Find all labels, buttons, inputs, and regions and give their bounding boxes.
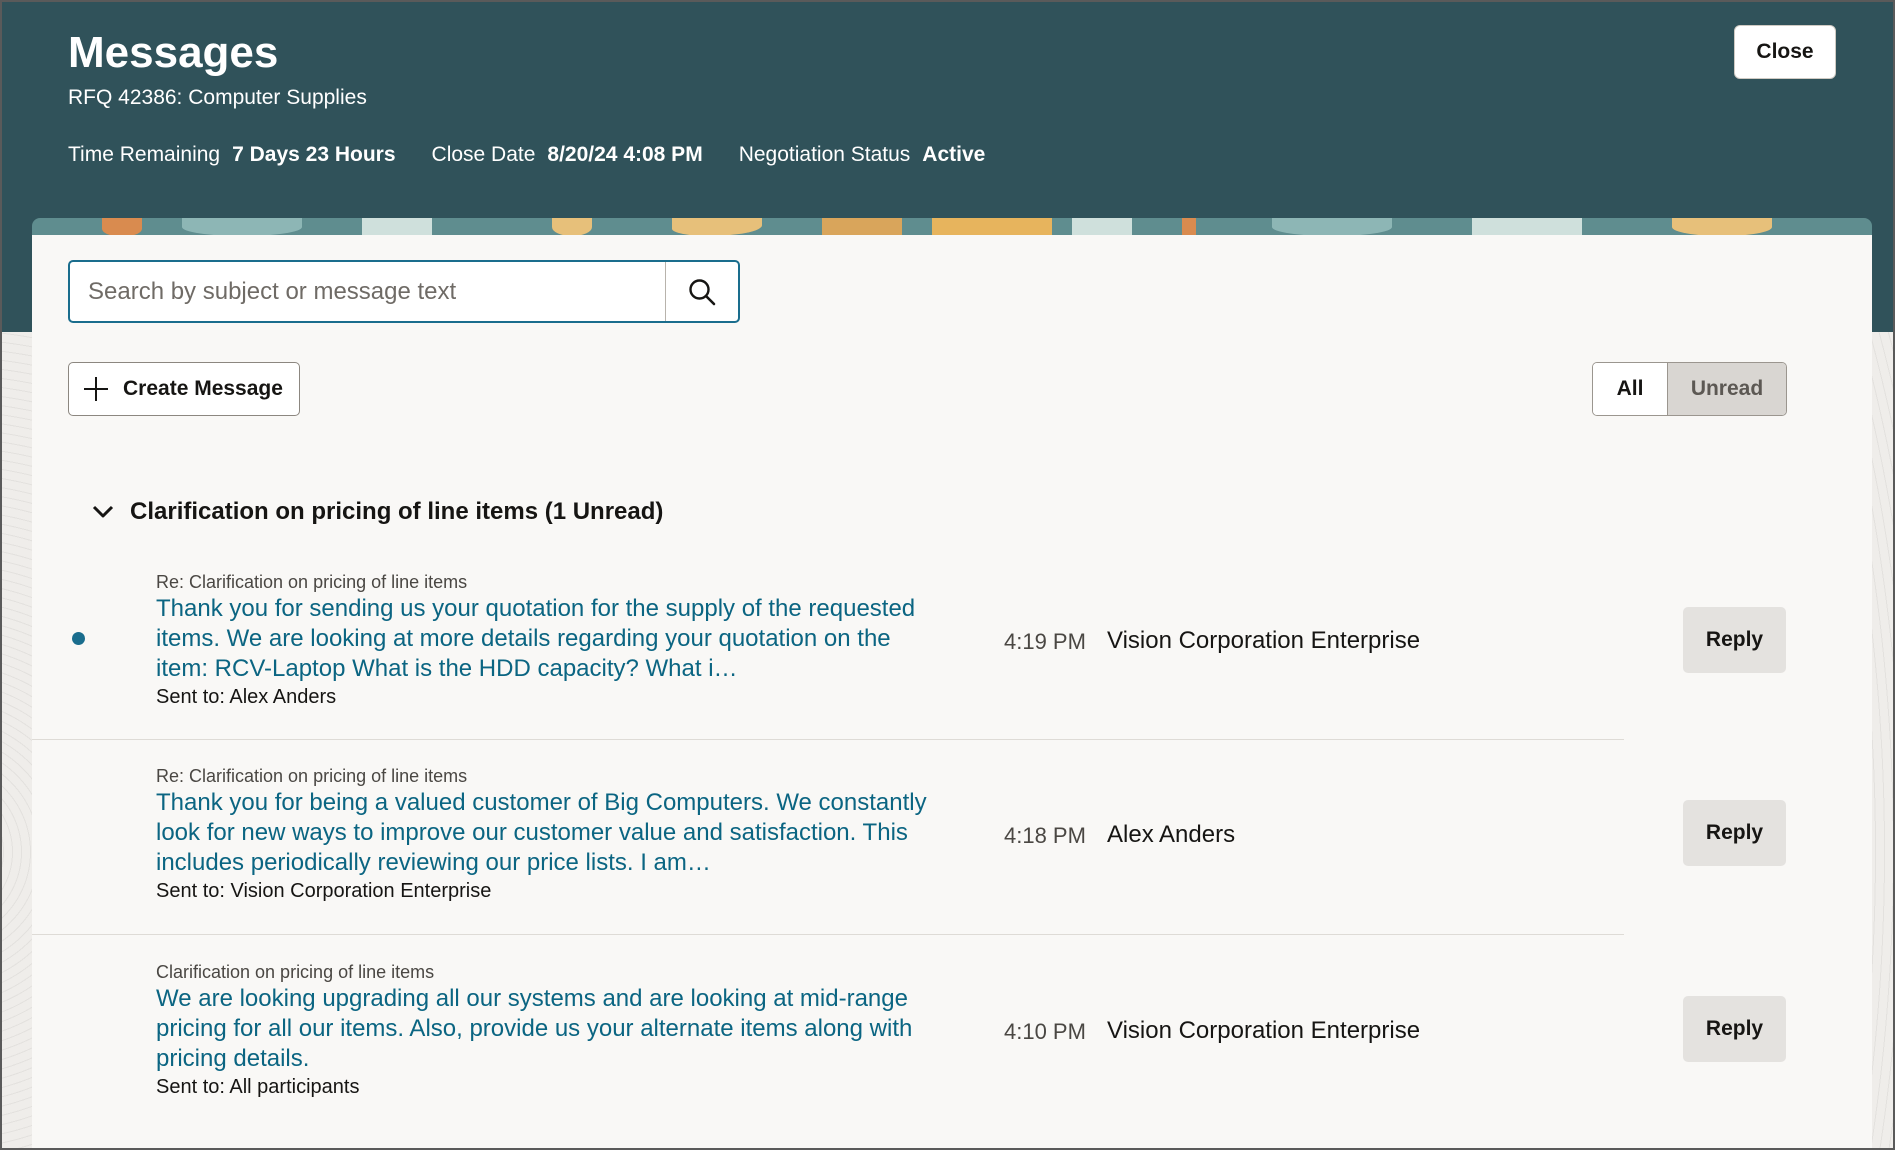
negotiation-status-label: Negotiation Status [738, 143, 911, 166]
message-sender: Vision Corporation Enterprise [1107, 1017, 1421, 1044]
message-body-link[interactable]: Thank you for sending us your quotation … [156, 594, 936, 684]
page-subtitle: RFQ 42386: Computer Supplies [68, 86, 367, 109]
close-button[interactable]: Close [1734, 25, 1836, 79]
create-message-label: Create Message [123, 377, 283, 400]
close-date-label: Close Date [431, 143, 536, 166]
message-time: 4:18 PM [1004, 823, 1086, 848]
search-box [68, 260, 740, 323]
plus-icon [84, 377, 108, 401]
search-button[interactable] [665, 262, 738, 321]
message-recipient: Sent to: Alex Anders [156, 686, 337, 708]
filter-unread-button[interactable]: Unread [1668, 363, 1786, 415]
message-body-link[interactable]: We are looking upgrading all our systems… [156, 984, 936, 1074]
negotiation-meta: Time Remaining 7 Days 23 Hours Close Dat… [68, 143, 1021, 167]
reply-button[interactable]: Reply [1683, 996, 1786, 1062]
time-remaining-value: 7 Days 23 Hours [232, 143, 396, 166]
filter-all-button[interactable]: All [1593, 363, 1668, 415]
message-time: 4:10 PM [1004, 1019, 1086, 1044]
message-sender: Alex Anders [1107, 821, 1236, 848]
time-remaining-label: Time Remaining [68, 143, 221, 166]
negotiation-status-value: Active [922, 143, 986, 166]
message-time: 4:19 PM [1004, 629, 1086, 654]
message-sender: Vision Corporation Enterprise [1107, 627, 1421, 654]
message-group-header[interactable]: Clarification on pricing of line items (… [92, 498, 663, 526]
message-group-title: Clarification on pricing of line items (… [130, 498, 664, 525]
search-icon [689, 278, 716, 305]
message-recipient: Sent to: All participants [156, 1076, 360, 1098]
chevron-down-icon [92, 505, 114, 518]
read-filter-toggle: All Unread [1592, 362, 1787, 416]
close-date-value: 8/20/24 4:08 PM [547, 143, 703, 166]
message-body-link[interactable]: Thank you for being a valued customer of… [156, 788, 936, 878]
reply-button[interactable]: Reply [1683, 607, 1786, 673]
search-input[interactable] [70, 262, 665, 321]
create-message-button[interactable]: Create Message [68, 362, 300, 416]
message-subject: Re: Clarification on pricing of line ite… [156, 572, 468, 592]
message-subject: Clarification on pricing of line items [156, 962, 435, 982]
reply-button[interactable]: Reply [1683, 800, 1786, 866]
message-subject: Re: Clarification on pricing of line ite… [156, 766, 468, 786]
unread-indicator [72, 632, 85, 645]
message-recipient: Sent to: Vision Corporation Enterprise [156, 880, 492, 902]
page-title: Messages [68, 28, 279, 77]
decorative-banner [32, 218, 1872, 236]
